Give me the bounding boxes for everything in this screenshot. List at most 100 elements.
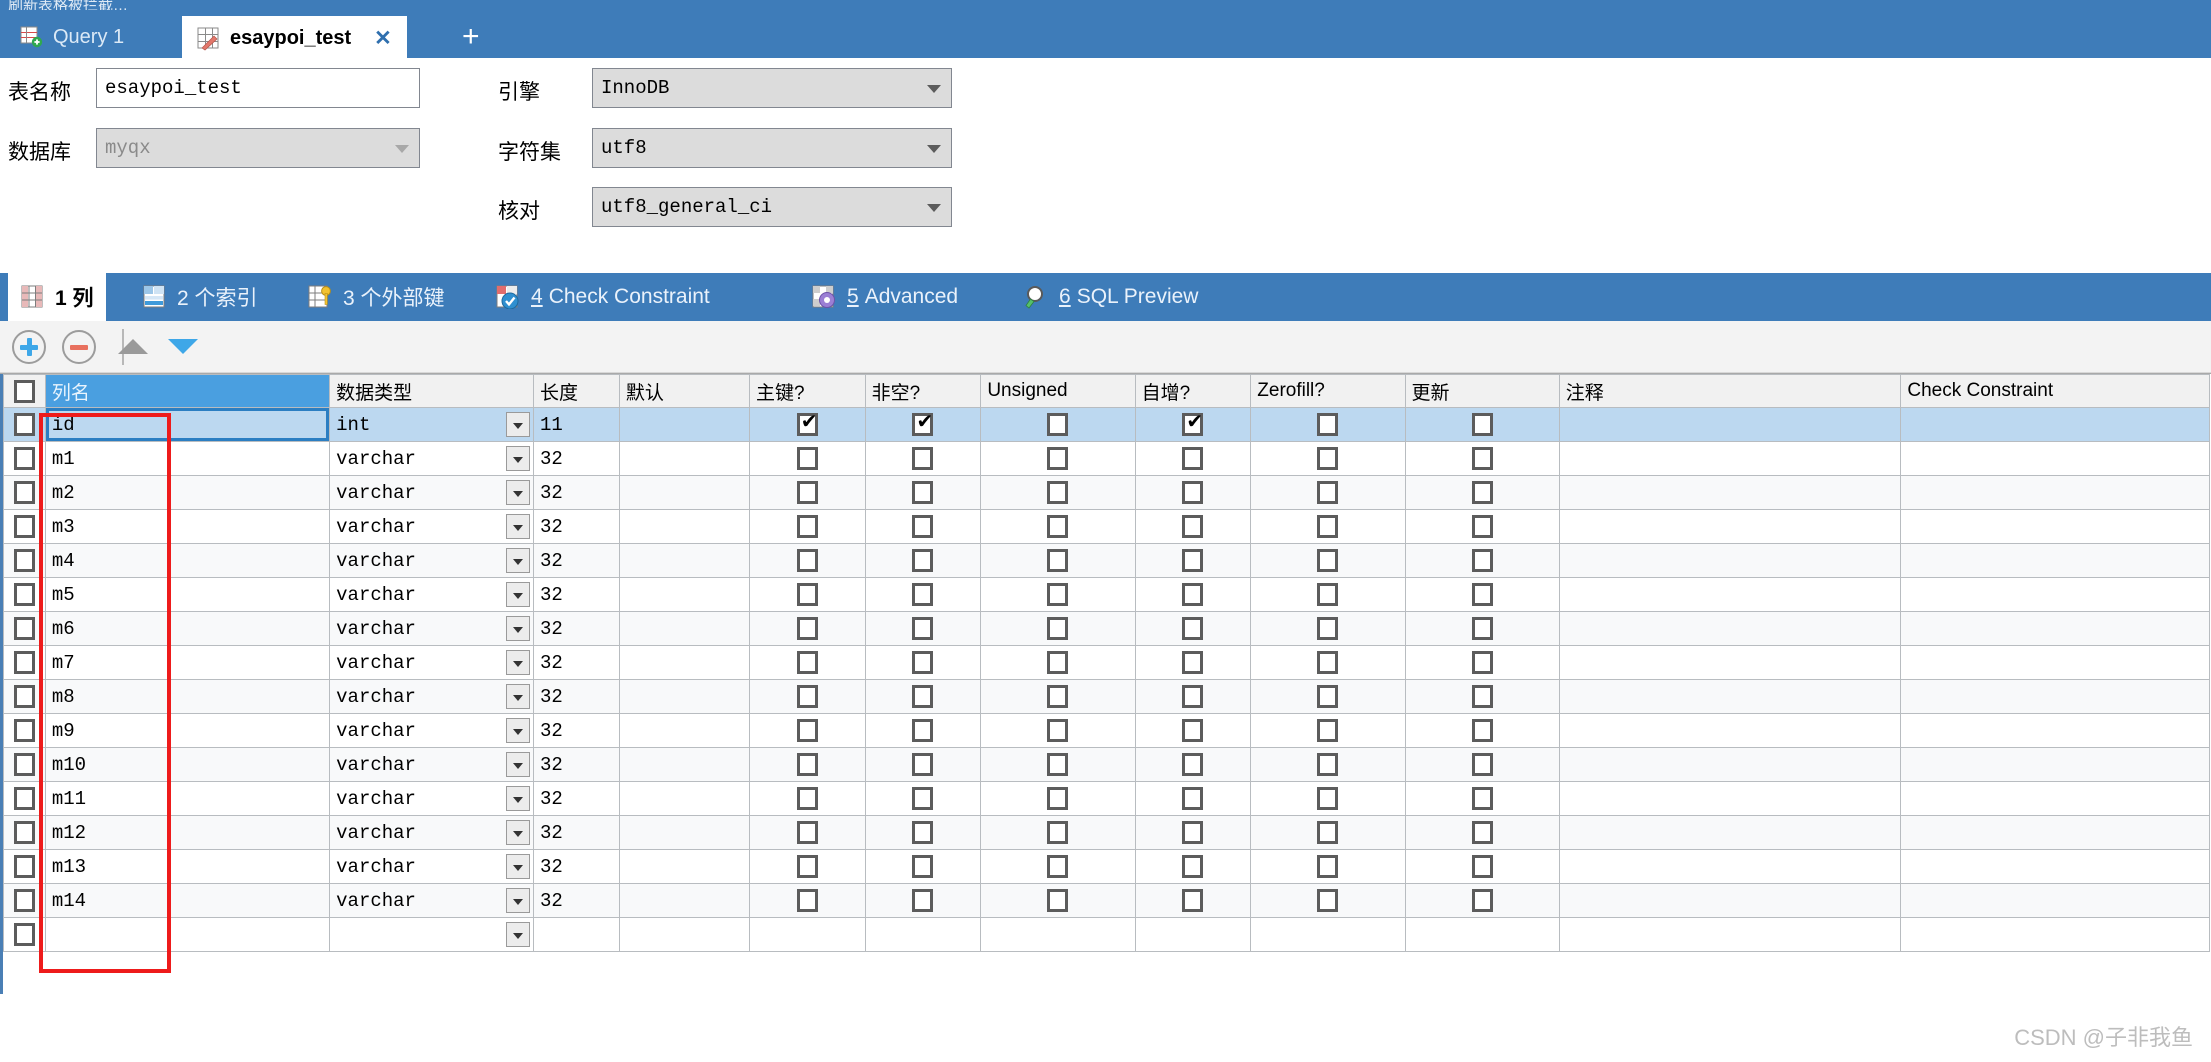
cell-update[interactable] (1404, 577, 1560, 612)
data-type-dropdown-icon[interactable] (505, 888, 530, 913)
cell-unsigned[interactable] (980, 475, 1136, 510)
cell-length[interactable]: 32 (532, 781, 620, 816)
row-select-checkbox[interactable] (13, 719, 35, 742)
row-select-checkbox[interactable] (13, 753, 35, 776)
cell-update-checkbox[interactable] (1471, 855, 1493, 878)
cell-zerofill-checkbox[interactable] (1317, 583, 1339, 606)
row-select-cell[interactable] (3, 441, 46, 476)
cell-not-null-checkbox[interactable] (912, 617, 934, 640)
cell-column-name[interactable]: m11 (44, 781, 331, 816)
cell-primary-key-checkbox[interactable] (796, 855, 818, 878)
cell-unsigned-checkbox[interactable] (1047, 617, 1069, 640)
cell-not-null[interactable] (864, 747, 982, 782)
cell-primary-key-checkbox[interactable] (796, 651, 818, 674)
tab-indexes[interactable]: 2 个索引 (130, 273, 270, 321)
header-unsigned[interactable]: Unsigned (980, 374, 1136, 408)
table-row[interactable]: id int 11 (3, 407, 2210, 442)
cell-primary-key[interactable] (748, 509, 866, 544)
cell-unsigned[interactable] (980, 679, 1136, 714)
cell-update-checkbox[interactable] (1471, 515, 1493, 538)
cell-primary-key-checkbox[interactable] (796, 617, 818, 640)
data-type-dropdown-icon[interactable] (505, 922, 530, 947)
cell-update-checkbox[interactable] (1471, 753, 1493, 776)
cell-primary-key[interactable] (748, 917, 866, 952)
cell-not-null-checkbox[interactable] (912, 583, 934, 606)
cell-data-type[interactable]: varchar (329, 475, 534, 510)
move-up-button[interactable] (118, 339, 148, 354)
cell-zerofill-checkbox[interactable] (1317, 719, 1339, 742)
cell-length[interactable]: 32 (532, 883, 620, 918)
header-length[interactable]: 长度 (532, 374, 620, 408)
cell-default[interactable] (618, 543, 750, 578)
cell-primary-key[interactable] (748, 815, 866, 850)
cell-auto-increment-checkbox[interactable] (1182, 481, 1204, 504)
row-select-checkbox[interactable] (13, 515, 35, 538)
cell-column-name[interactable]: id (44, 407, 331, 442)
cell-primary-key[interactable] (748, 781, 866, 816)
cell-unsigned[interactable] (980, 747, 1136, 782)
cell-data-type[interactable]: varchar (329, 713, 534, 748)
remove-column-button[interactable] (62, 330, 96, 364)
cell-update[interactable] (1404, 441, 1560, 476)
data-type-dropdown-icon[interactable] (505, 718, 530, 743)
cell-length[interactable]: 32 (532, 849, 620, 884)
cell-auto-increment[interactable] (1134, 543, 1252, 578)
cell-auto-increment[interactable] (1134, 747, 1252, 782)
cell-auto-increment-checkbox[interactable] (1182, 515, 1204, 538)
cell-auto-increment[interactable] (1134, 509, 1252, 544)
cell-data-type[interactable]: varchar (329, 577, 534, 612)
row-select-cell[interactable] (3, 543, 46, 578)
cell-data-type[interactable]: varchar (329, 815, 534, 850)
data-type-dropdown-icon[interactable] (505, 480, 530, 505)
header-default[interactable]: 默认 (618, 374, 750, 408)
cell-data-type[interactable]: varchar (329, 441, 534, 476)
cell-not-null[interactable] (864, 509, 982, 544)
cell-zerofill[interactable] (1250, 509, 1406, 544)
cell-column-name[interactable]: m9 (44, 713, 331, 748)
new-tab-button[interactable]: + (462, 22, 480, 52)
cell-column-name[interactable]: m6 (44, 611, 331, 646)
cell-zerofill[interactable] (1250, 747, 1406, 782)
cell-update-checkbox[interactable] (1471, 685, 1493, 708)
cell-auto-increment[interactable] (1134, 679, 1252, 714)
document-tab-query-1[interactable]: Query 1 (6, 16, 138, 58)
cell-not-null-checkbox[interactable] (912, 651, 934, 674)
cell-update-checkbox[interactable] (1471, 889, 1493, 912)
cell-zerofill[interactable] (1250, 407, 1406, 442)
cell-zerofill-checkbox[interactable] (1317, 481, 1339, 504)
cell-update-checkbox[interactable] (1471, 447, 1493, 470)
cell-length[interactable]: 32 (532, 577, 620, 612)
cell-zerofill-checkbox[interactable] (1317, 413, 1339, 436)
table-row[interactable]: m1 varchar 32 (3, 441, 2210, 476)
cell-primary-key[interactable] (748, 407, 866, 442)
cell-primary-key[interactable] (748, 475, 866, 510)
data-type-dropdown-icon[interactable] (505, 786, 530, 811)
data-type-dropdown-icon[interactable] (505, 854, 530, 879)
cell-auto-increment[interactable] (1134, 475, 1252, 510)
cell-primary-key-checkbox[interactable] (796, 685, 818, 708)
row-select-cell[interactable] (3, 849, 46, 884)
cell-auto-increment-checkbox[interactable] (1182, 719, 1204, 742)
cell-auto-increment[interactable] (1134, 815, 1252, 850)
cell-length[interactable]: 11 (532, 407, 620, 442)
cell-length[interactable]: 32 (532, 713, 620, 748)
cell-column-name[interactable]: m10 (44, 747, 331, 782)
cell-unsigned[interactable] (980, 883, 1136, 918)
cell-check-constraint[interactable] (1900, 577, 2210, 612)
cell-default[interactable] (618, 611, 750, 646)
row-select-cell[interactable] (3, 815, 46, 850)
cell-auto-increment-checkbox[interactable] (1182, 583, 1204, 606)
row-select-checkbox[interactable] (13, 651, 35, 674)
cell-zerofill-checkbox[interactable] (1317, 787, 1339, 810)
cell-length[interactable]: 32 (532, 441, 620, 476)
tab-columns[interactable]: 1 列 (8, 273, 106, 321)
table-row[interactable]: m14 varchar 32 (3, 883, 2210, 918)
cell-zerofill-checkbox[interactable] (1317, 889, 1339, 912)
cell-zerofill-checkbox[interactable] (1317, 549, 1339, 572)
data-type-dropdown-icon[interactable] (505, 548, 530, 573)
cell-auto-increment[interactable] (1134, 781, 1252, 816)
cell-auto-increment-checkbox[interactable] (1182, 651, 1204, 674)
cell-update-checkbox[interactable] (1471, 617, 1493, 640)
cell-column-name[interactable]: m8 (44, 679, 331, 714)
cell-primary-key-checkbox[interactable] (796, 481, 818, 504)
